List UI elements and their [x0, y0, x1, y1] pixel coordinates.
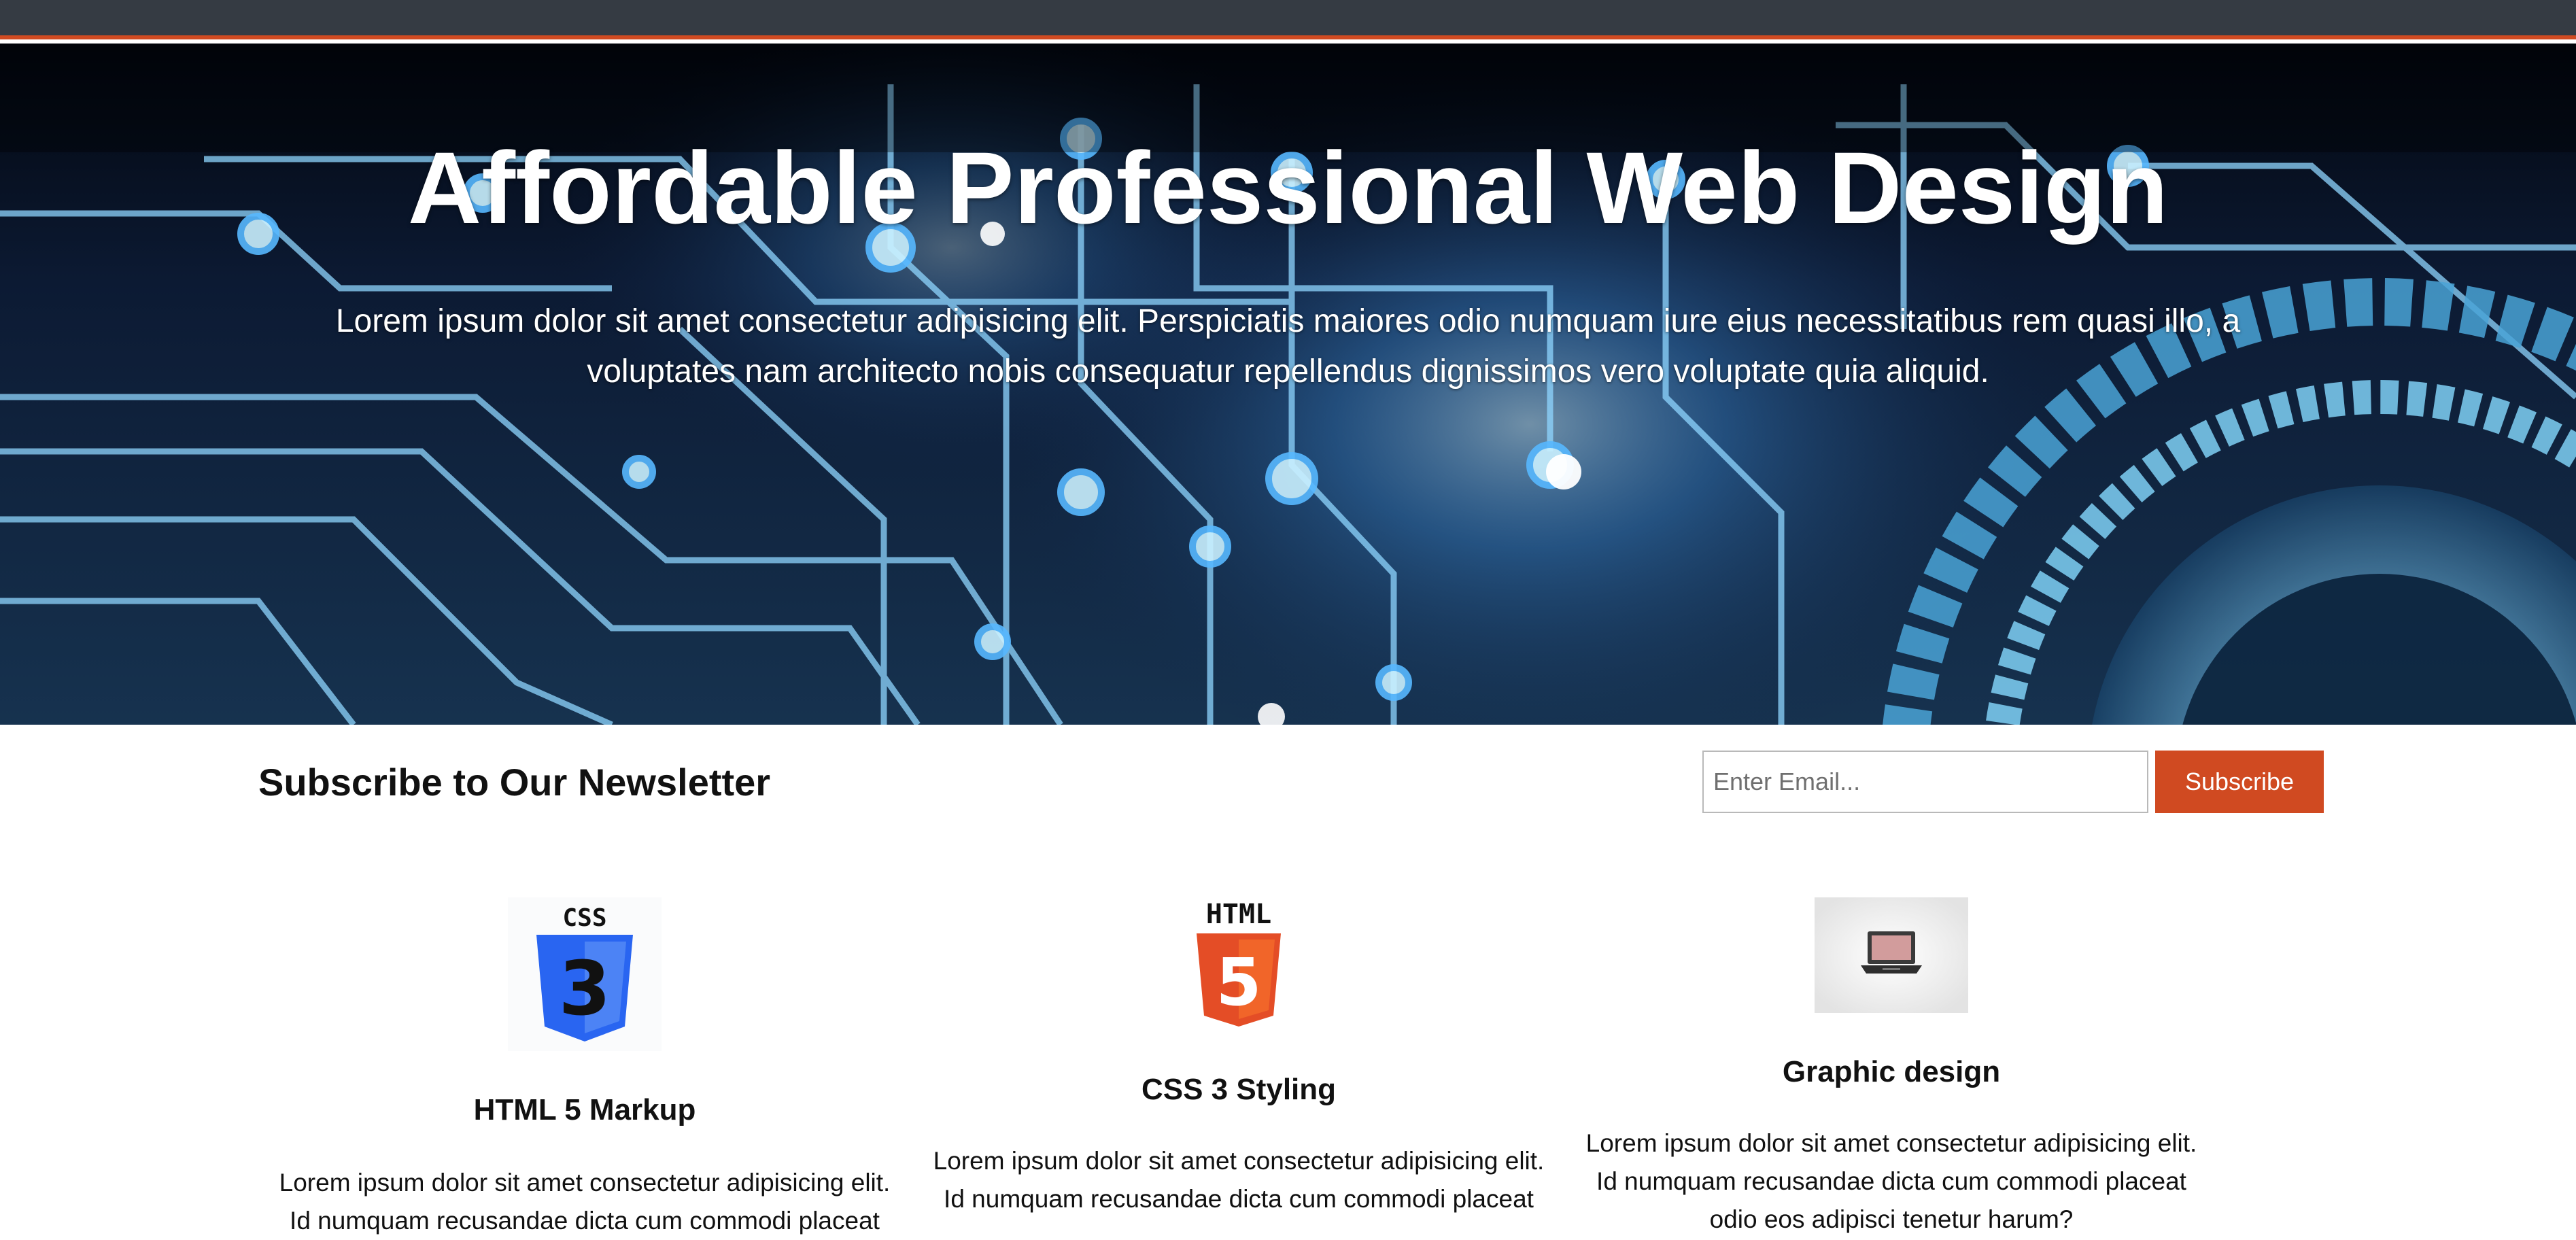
svg-text:CSS: CSS	[562, 904, 606, 932]
feature-text: Lorem ipsum dolor sit amet consectetur a…	[933, 1147, 1545, 1213]
feature-card: Graphic design Lorem ipsum dolor sit ame…	[1579, 884, 2204, 1233]
subscribe-button[interactable]: Subscribe	[2155, 751, 2324, 813]
hero-section: Affordable Professional Web Design Lorem…	[0, 44, 2576, 725]
email-input[interactable]	[1702, 751, 2148, 813]
feature-text: Lorem ipsum dolor sit amet consectetur a…	[1585, 1129, 2197, 1233]
svg-text:5: 5	[1216, 944, 1262, 1020]
feature-card: CSS 3 HTML 5 Markup Lorem ipsum dolor si…	[272, 884, 897, 1235]
feature-text: Lorem ipsum dolor sit amet consectetur a…	[279, 1169, 891, 1235]
css3-logo-icon: CSS 3	[508, 897, 662, 1051]
feature-title: CSS 3 Styling	[1141, 1073, 1337, 1106]
svg-text:3: 3	[559, 945, 611, 1032]
hero-title: Affordable Professional Web Design	[407, 131, 2169, 245]
newsletter-title: Subscribe to Our Newsletter	[258, 761, 771, 804]
feature-title: Graphic design	[1782, 1055, 2001, 1088]
feature-title: HTML 5 Markup	[473, 1093, 696, 1126]
hero-description: Lorem ipsum dolor sit amet consectetur a…	[335, 303, 2241, 390]
feature-card: HTML 5 CSS 3 Styling Lorem ipsum dolor s…	[926, 884, 1551, 1218]
svg-text:HTML: HTML	[1206, 899, 1271, 930]
laptop-icon	[1815, 897, 1968, 1013]
html5-logo-icon: HTML 5	[1191, 896, 1286, 1032]
top-navbar	[0, 0, 2576, 39]
